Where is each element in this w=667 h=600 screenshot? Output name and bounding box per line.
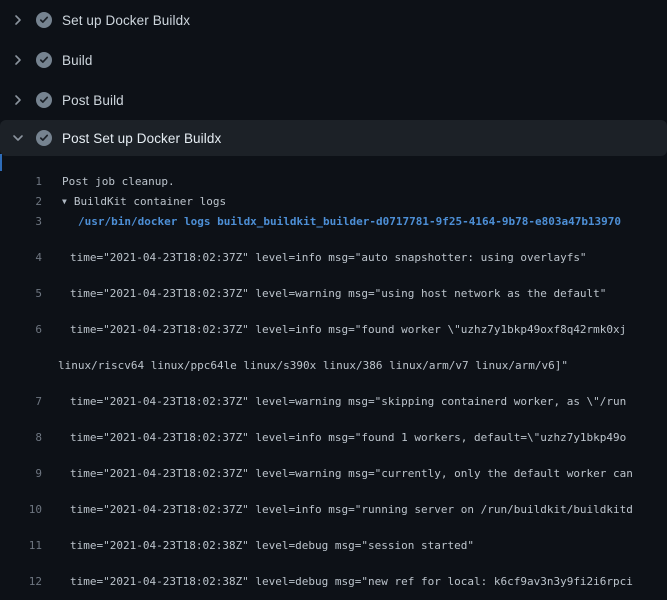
chevron-right-icon <box>10 52 26 68</box>
log-text: time="2021-04-23T18:02:37Z" level=info m… <box>42 500 633 520</box>
log-row[interactable]: 9 time="2021-04-23T18:02:37Z" level=warn… <box>0 464 667 484</box>
step-row-set-up-docker-buildx[interactable]: Set up Docker Buildx <box>0 0 667 40</box>
log-line-number[interactable]: 12 <box>0 572 42 592</box>
log-text: linux/riscv64 linux/ppc64le linux/s390x … <box>42 356 568 376</box>
log-line-number[interactable]: 4 <box>0 248 42 268</box>
log-line-number[interactable]: 1 <box>0 172 42 192</box>
chevron-right-icon <box>10 12 26 28</box>
log-text: Post job cleanup. <box>42 172 175 192</box>
log-line-number[interactable]: 3 <box>0 212 42 232</box>
log-text: time="2021-04-23T18:02:37Z" level=info m… <box>42 428 626 448</box>
log-text: /usr/bin/docker logs buildx_buildkit_bui… <box>42 212 621 232</box>
log-line-number[interactable]: 7 <box>0 392 42 412</box>
log-row[interactable]: 11 time="2021-04-23T18:02:38Z" level=deb… <box>0 536 667 556</box>
focus-indicator <box>0 154 2 171</box>
chevron-down-icon <box>10 130 26 146</box>
chevron-right-icon <box>10 92 26 108</box>
log-row[interactable]: 6 time="2021-04-23T18:02:37Z" level=info… <box>0 320 667 340</box>
log-text: time="2021-04-23T18:02:37Z" level=warnin… <box>42 284 606 304</box>
log-row[interactable]: 4 time="2021-04-23T18:02:37Z" level=info… <box>0 248 667 268</box>
step-label: Build <box>62 53 93 68</box>
log-text: time="2021-04-23T18:02:37Z" level=info m… <box>42 320 626 340</box>
log-lines: 1 Post job cleanup. 2 ▼ BuildKit contain… <box>0 172 667 600</box>
log-text: time="2021-04-23T18:02:38Z" level=debug … <box>42 536 474 556</box>
log-row[interactable]: 2 ▼ BuildKit container logs <box>0 192 667 212</box>
log-line-number[interactable]: 11 <box>0 536 42 556</box>
log-line-number[interactable]: 6 <box>0 320 42 340</box>
step-label: Set up Docker Buildx <box>62 13 190 28</box>
log-text: BuildKit container logs <box>74 192 226 212</box>
group-collapse-icon[interactable]: ▼ <box>42 192 67 212</box>
log-row[interactable]: 12 time="2021-04-23T18:02:38Z" level=deb… <box>0 572 667 592</box>
log-row[interactable]: 7 time="2021-04-23T18:02:37Z" level=warn… <box>0 392 667 412</box>
step-row-post-build[interactable]: Post Build <box>0 80 667 120</box>
log-text: time="2021-04-23T18:02:38Z" level=debug … <box>42 572 633 592</box>
step-row-build[interactable]: Build <box>0 40 667 80</box>
log-row[interactable]: 1 Post job cleanup. <box>0 172 667 192</box>
log-line-number[interactable]: 2 <box>0 192 42 212</box>
check-circle-icon <box>36 12 52 28</box>
steps-list: Set up Docker Buildx Build <box>0 0 667 156</box>
step-label: Post Set up Docker Buildx <box>62 131 221 146</box>
log-line-number[interactable]: 10 <box>0 500 42 520</box>
log-text: time="2021-04-23T18:02:37Z" level=warnin… <box>42 464 633 484</box>
log-row[interactable]: 5 time="2021-04-23T18:02:37Z" level=warn… <box>0 284 667 304</box>
check-circle-icon <box>36 130 52 146</box>
step-label: Post Build <box>62 93 124 108</box>
log-line-number[interactable]: 5 <box>0 284 42 304</box>
log-text: time="2021-04-23T18:02:37Z" level=warnin… <box>42 392 626 412</box>
workflow-log-panel: Set up Docker Buildx Build <box>0 0 667 600</box>
log-line-number[interactable]: 9 <box>0 464 42 484</box>
log-row[interactable]: 3 /usr/bin/docker logs buildx_buildkit_b… <box>0 212 667 232</box>
log-row[interactable]: 10 time="2021-04-23T18:02:37Z" level=inf… <box>0 500 667 520</box>
check-circle-icon <box>36 92 52 108</box>
log-row[interactable]: linux/riscv64 linux/ppc64le linux/s390x … <box>0 356 667 376</box>
log-text: time="2021-04-23T18:02:37Z" level=info m… <box>42 248 587 268</box>
log-line-number[interactable]: 8 <box>0 428 42 448</box>
check-circle-icon <box>36 52 52 68</box>
log-row[interactable]: 8 time="2021-04-23T18:02:37Z" level=info… <box>0 428 667 448</box>
step-row-post-set-up-docker-buildx[interactable]: Post Set up Docker Buildx <box>0 120 667 156</box>
